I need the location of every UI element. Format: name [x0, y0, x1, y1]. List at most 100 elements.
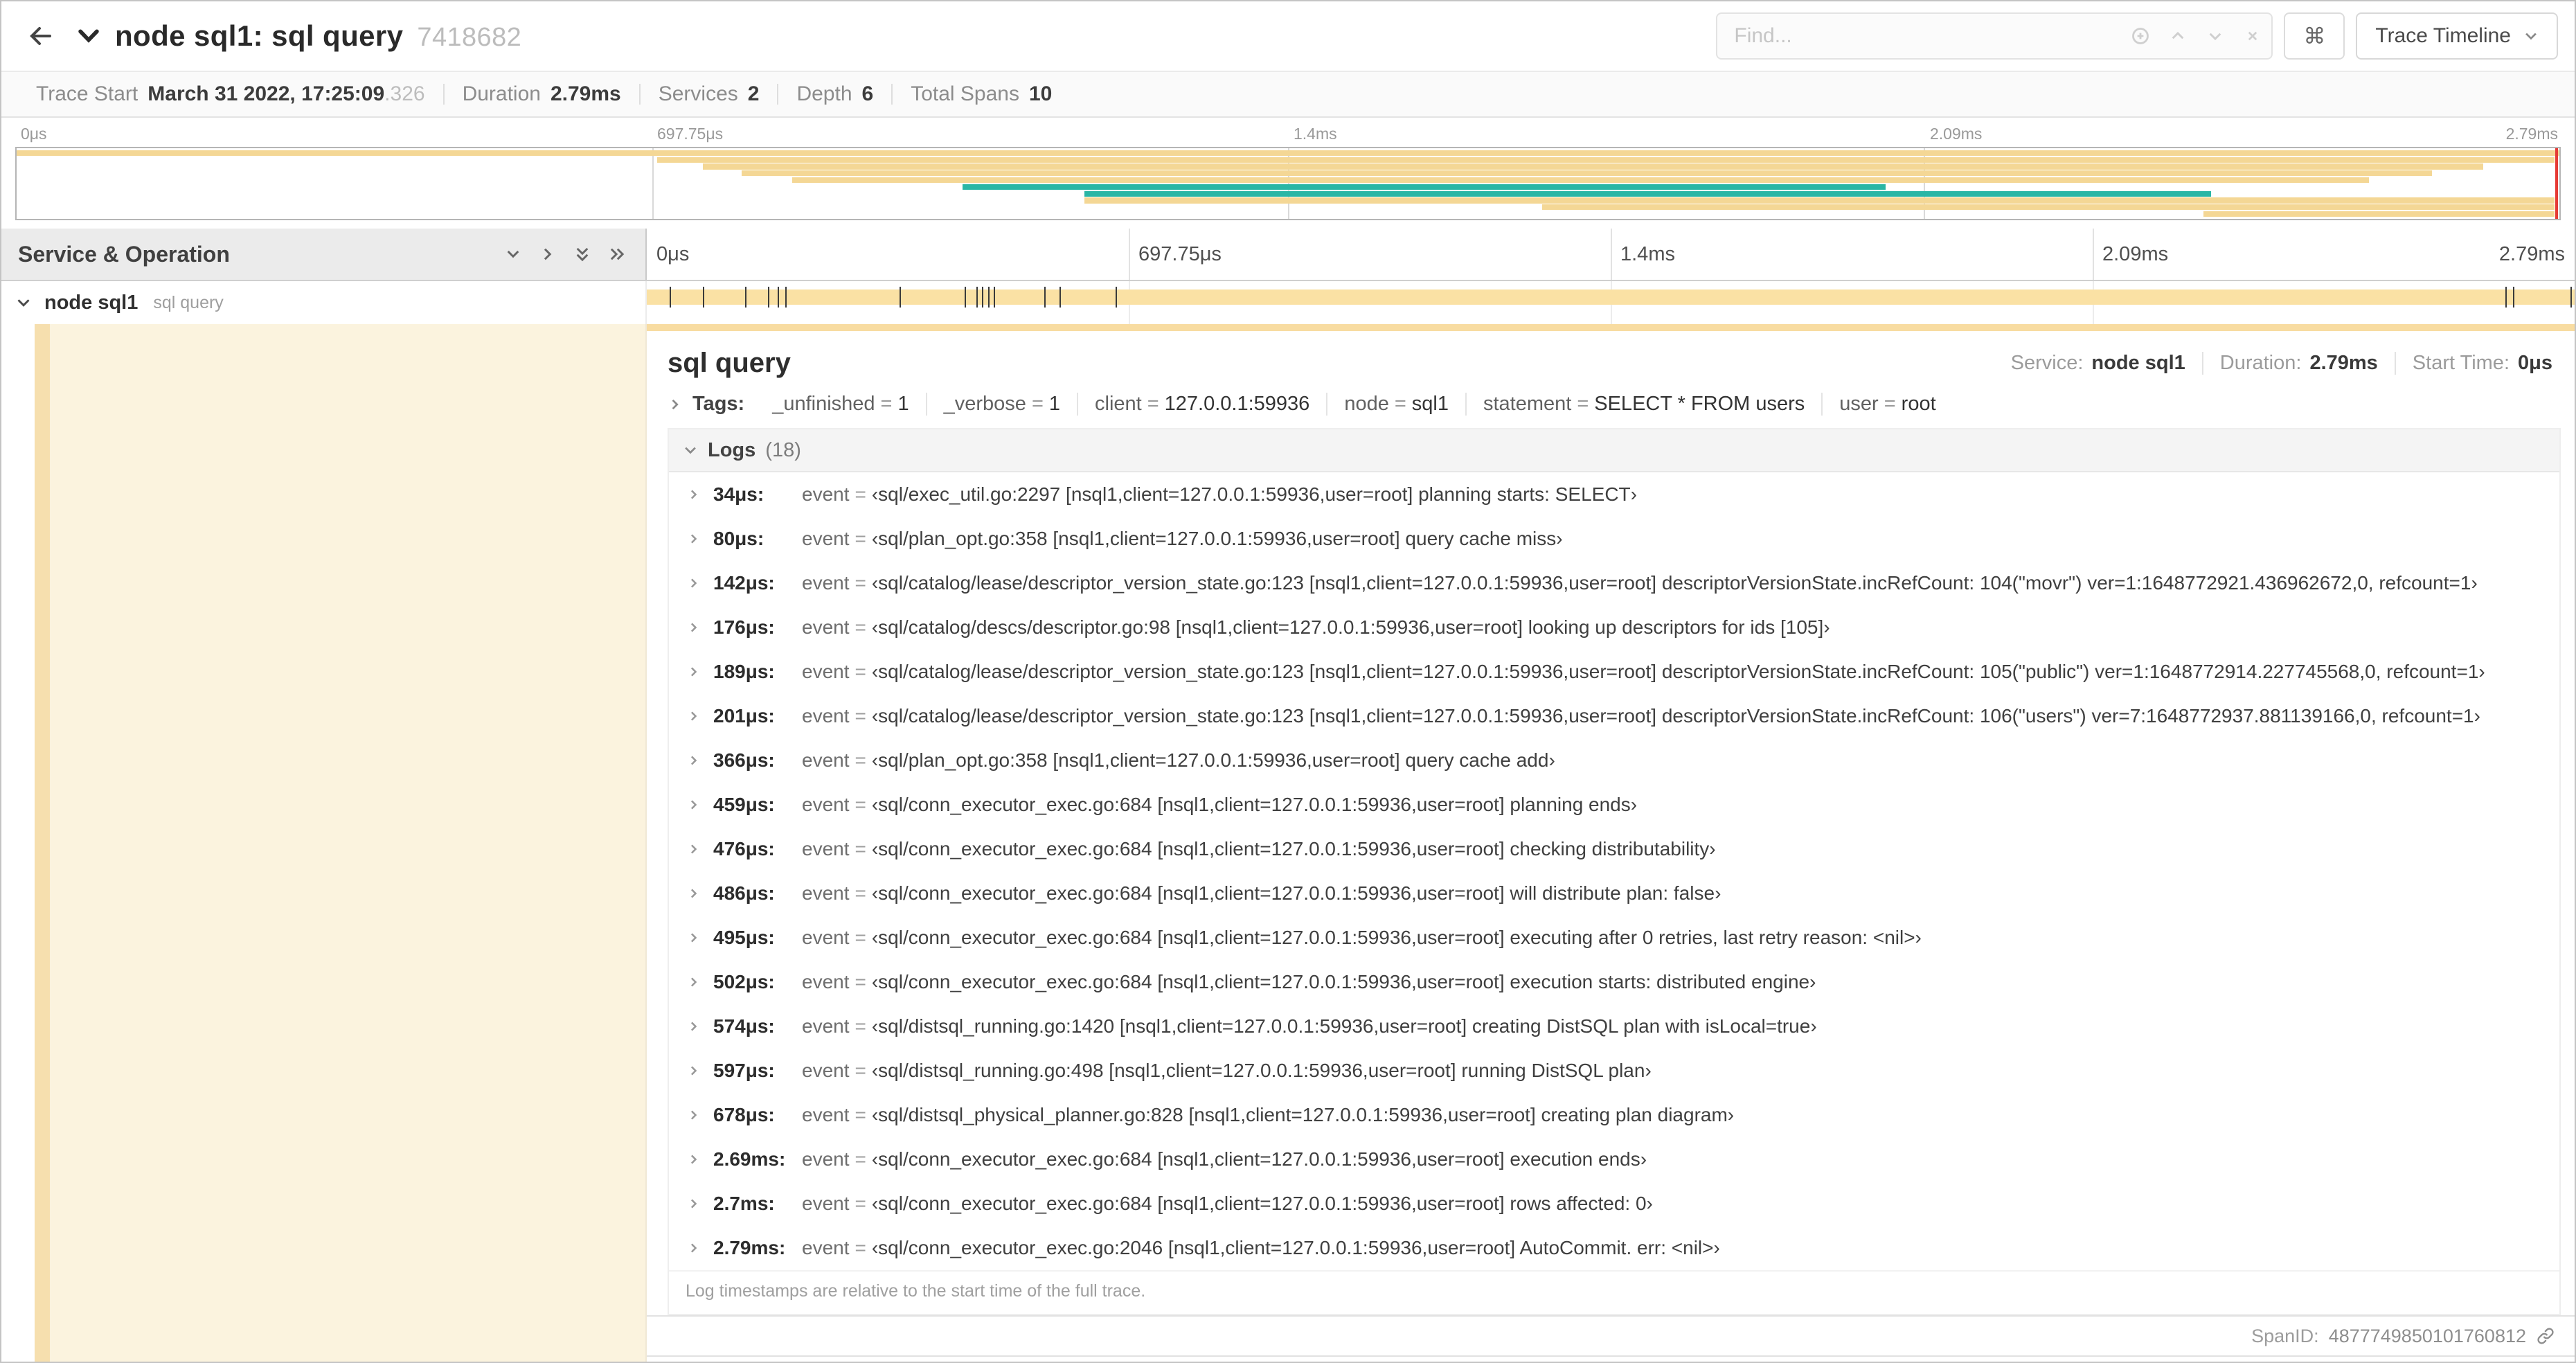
log-value: ‹sql/conn_executor_exec.go:684 [nsql1,cl… [871, 1148, 1647, 1170]
expand-all-button[interactable] [600, 229, 634, 280]
chevron-right-icon [687, 576, 701, 590]
log-entry[interactable]: 189μs: event = ‹sql/catalog/lease/descript… [669, 650, 2559, 694]
next-match-button[interactable] [2197, 14, 2234, 58]
keyboard-shortcuts-button[interactable]: ⌘ [2284, 12, 2345, 60]
find-input[interactable] [1717, 14, 2122, 58]
summary-label: Duration [462, 82, 541, 105]
prev-match-button[interactable] [2159, 14, 2197, 58]
minimap-range-handle[interactable] [2555, 148, 2558, 219]
chevron-right-icon [687, 842, 701, 856]
chevron-right-icon [687, 532, 701, 546]
minimap-span-bar [1084, 197, 2555, 204]
log-timestamp: 366μs: [713, 749, 775, 771]
log-entry[interactable]: 2.79ms: event = ‹sql/conn_executor_exec.go… [669, 1226, 2559, 1270]
span-meta-item: Duration: 2.79ms [2201, 352, 2395, 375]
summary-item: Total Spans 10 [891, 84, 1070, 105]
log-entry[interactable]: 366μs: event = ‹sql/plan_opt.go:358 [nsql1… [669, 738, 2559, 783]
log-entry[interactable]: 176μs: event = ‹sql/catalog/descs/descript… [669, 605, 2559, 650]
summary-suffix: .326 [384, 82, 425, 105]
ruler-tick-label: 0μs [656, 242, 690, 265]
log-entry[interactable]: 142μs: event = ‹sql/catalog/lease/descript… [669, 561, 2559, 605]
log-marker [778, 287, 780, 308]
log-marker [744, 287, 746, 308]
expand-one-button[interactable] [530, 229, 565, 280]
summary-value: 10 [1028, 82, 1053, 105]
log-entry[interactable]: 34μs: event = ‹sql/exec_util.go:2297 [nsql… [669, 472, 2559, 517]
log-marker [987, 287, 990, 308]
log-entry[interactable]: 476μs: event = ‹sql/conn_executor_exec.go:… [669, 827, 2559, 871]
tags-row[interactable]: Tags: _unfinished = 1 _verbose = 1 client = 12… [668, 393, 2552, 416]
log-marker [1044, 287, 1046, 308]
chevron-right-icon [687, 1197, 701, 1211]
log-message: event = ‹sql/catalog/lease/descriptor_vers… [802, 705, 2480, 727]
log-marker [2512, 287, 2514, 308]
service-name: node sql1 [44, 291, 138, 314]
minimap-spans [17, 148, 2559, 219]
span-meta-item: Start Time: 0μs [2394, 352, 2552, 375]
minimap-row [17, 177, 2559, 184]
minimap-span-bar [741, 170, 2433, 177]
log-marker [899, 287, 901, 308]
log-entry[interactable]: 502μs: event = ‹sql/conn_executor_exec.go:… [669, 960, 2559, 1004]
log-value: ‹sql/catalog/lease/descriptor_version_st… [871, 661, 2485, 682]
timeline-header: Service & Operation 0μs 697.75μs 1.4ms 2.09… [1, 229, 2575, 281]
span-collapse-toggle[interactable] [15, 294, 32, 311]
minimap-span-bar [657, 157, 2555, 163]
page-title: node sql1: sql query 7418682 [115, 19, 521, 53]
minimap-span-bar [791, 177, 2369, 184]
clear-find-button[interactable] [2234, 14, 2271, 58]
log-timestamp: 2.79ms: [713, 1237, 786, 1258]
span-row-label: node sql1 sql query [1, 281, 647, 324]
log-entry[interactable]: 459μs: event = ‹sql/conn_executor_exec.go:… [669, 783, 2559, 827]
log-entry[interactable]: 495μs: event = ‹sql/conn_executor_exec.go:… [669, 916, 2559, 960]
minimap-row [17, 157, 2559, 163]
log-entry[interactable]: 597μs: event = ‹sql/distsql_running.go:498… [669, 1049, 2559, 1093]
minimap-row [17, 211, 2559, 217]
trace-title-toggle[interactable] [68, 11, 109, 61]
log-value: ‹sql/conn_executor_exec.go:684 [nsql1,cl… [871, 838, 1716, 859]
span-meta-label: Duration: [2219, 352, 2302, 374]
log-value: ‹sql/conn_executor_exec.go:2046 [nsql1,c… [871, 1237, 1720, 1258]
log-marker [976, 287, 978, 308]
copy-link-button[interactable] [2536, 1326, 2555, 1346]
tag-key: _unfinished [772, 393, 875, 415]
logs-title: Logs [708, 438, 756, 461]
log-entry[interactable]: 2.69ms: event = ‹sql/conn_executor_exec.go… [669, 1137, 2559, 1182]
minimap-row [17, 163, 2559, 170]
chevron-down-icon [75, 23, 102, 49]
log-entry[interactable]: 574μs: event = ‹sql/distsql_running.go:142… [669, 1004, 2559, 1049]
collapse-all-button[interactable] [565, 229, 600, 280]
log-message: event = ‹sql/catalog/lease/descriptor_vers… [802, 661, 2485, 682]
log-marker [982, 287, 984, 308]
log-key: event [802, 661, 850, 682]
log-entry[interactable]: 2.7ms: event = ‹sql/conn_executor_exec.go:… [669, 1182, 2559, 1226]
log-value: ‹sql/catalog/descs/descriptor.go:98 [nsq… [871, 616, 1830, 638]
log-entry[interactable]: 486μs: event = ‹sql/conn_executor_exec.go:… [669, 871, 2559, 916]
log-timestamp: 476μs: [713, 838, 775, 859]
view-type-label: Trace Timeline [2375, 24, 2511, 47]
log-value: ‹sql/catalog/lease/descriptor_version_st… [871, 705, 2480, 727]
focus-match-button[interactable] [2122, 14, 2159, 58]
back-button[interactable] [15, 11, 65, 61]
view-type-select[interactable]: Trace Timeline [2356, 12, 2558, 60]
log-entry[interactable]: 201μs: event = ‹sql/catalog/lease/descript… [669, 694, 2559, 738]
log-entry[interactable]: 80μs: event = ‹sql/plan_opt.go:358 [nsql1,… [669, 517, 2559, 561]
log-entry[interactable]: 678μs: event = ‹sql/distsql_physical_plann… [669, 1093, 2559, 1137]
log-timestamp: 2.69ms: [713, 1148, 786, 1170]
collapse-one-button[interactable] [496, 229, 530, 280]
logs-header[interactable]: Logs (18) [669, 429, 2559, 472]
log-marker [2505, 287, 2507, 308]
log-marker [1059, 287, 1061, 308]
logs-footnote: Log timestamps are relative to the start… [669, 1270, 2559, 1314]
log-message: event = ‹sql/conn_executor_exec.go:684 [ns… [802, 971, 1816, 992]
chevron-down-icon [504, 245, 522, 263]
span-meta-label: Start Time: [2412, 352, 2510, 374]
minimap-canvas[interactable] [15, 147, 2561, 220]
span-meta-item: Service: node sql1 [1994, 352, 2202, 375]
span-row[interactable]: node sql1 sql query [1, 281, 2575, 324]
chevron-right-icon [687, 709, 701, 723]
log-message: event = ‹sql/distsql_running.go:498 [nsql1… [802, 1060, 1652, 1081]
tag-item: statement = SELECT * FROM users [1465, 393, 1821, 416]
summary-item: Duration 2.79ms [442, 82, 639, 105]
tag-value: 1 [897, 393, 909, 415]
